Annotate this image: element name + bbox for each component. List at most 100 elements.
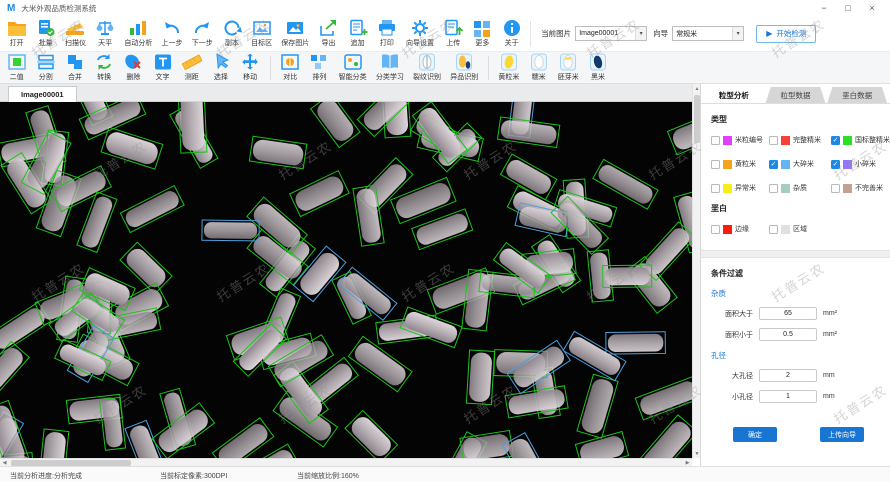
start-detect-button[interactable]: ▶ 开始检测 [756, 25, 816, 43]
tool-balance[interactable]: 天平 [91, 19, 120, 48]
horizontal-scrollbar[interactable]: ◀ ▶ [0, 458, 692, 466]
tool-rice-yellow[interactable]: 黄粒米 [494, 53, 524, 82]
type-item-1[interactable]: 完整精米 [769, 135, 831, 145]
tab-grain-analysis[interactable]: 粒型分析 [704, 87, 764, 103]
type-item-0[interactable]: 米粒编号 [711, 135, 769, 145]
tool-classify-learn[interactable]: 分类学习 [371, 53, 408, 82]
minimize-button[interactable]: − [812, 0, 836, 16]
tool-smart-classify[interactable]: 智能分类 [334, 53, 371, 82]
color-swatch [843, 160, 852, 169]
tool-binary[interactable]: 二值 [2, 53, 31, 82]
tool-arrange[interactable]: 排列 [305, 53, 334, 82]
vertical-scrollbar[interactable]: ▲ ▼ [692, 84, 700, 458]
tool-label: 智能分类 [339, 72, 367, 82]
tool-rice-germ[interactable]: 胚芽米 [553, 53, 583, 82]
upload-wizard-button[interactable]: 上传向导 [820, 427, 864, 442]
gear-icon [410, 19, 430, 37]
type-checkbox-3[interactable] [711, 160, 720, 169]
tool-copy-refresh[interactable]: 副本 [217, 19, 246, 48]
area-greater-input[interactable] [759, 307, 817, 320]
type-item-8[interactable]: 不完善米 [831, 183, 890, 193]
wizard-select[interactable]: 常规米 ▾ [672, 26, 744, 41]
target-area-icon [252, 19, 272, 37]
tool-target-area[interactable]: 目标区 [247, 19, 277, 48]
chalk-checkbox-1[interactable] [769, 225, 778, 234]
close-button[interactable]: × [860, 0, 884, 16]
tool-move[interactable]: 移动 [236, 53, 265, 82]
tool-measure[interactable]: 测距 [177, 53, 206, 82]
batch-icon [36, 19, 56, 37]
tool-convert[interactable]: 转换 [90, 53, 119, 82]
tool-label: 副本 [225, 38, 239, 48]
tool-redo[interactable]: 下一步 [187, 19, 217, 48]
type-checkbox-6[interactable] [711, 184, 720, 193]
color-swatch [723, 136, 732, 145]
tool-crack-detect[interactable]: 裂纹识别 [408, 53, 445, 82]
type-checkbox-2[interactable]: ✓ [831, 136, 840, 145]
tool-more[interactable]: 更多 [468, 19, 497, 48]
tab-grain-data[interactable]: 粒型数据 [766, 87, 826, 103]
tool-label: 裂纹识别 [413, 72, 441, 82]
tool-text[interactable]: 文字 [148, 53, 177, 82]
chalk-item-1[interactable]: 区域 [769, 224, 831, 234]
tool-undo[interactable]: 上一步 [157, 19, 187, 48]
type-item-2[interactable]: ✓国标整精米 [831, 135, 890, 145]
tool-split[interactable]: 分割 [31, 53, 60, 82]
tool-scanner[interactable]: 扫描仪 [60, 19, 90, 48]
area-greater-label: 面积大于 [715, 309, 753, 319]
tool-compare[interactable]: 对比 [276, 53, 305, 82]
tool-save-image[interactable]: 保存图片 [277, 19, 314, 48]
impurity-link[interactable]: 杂质 [711, 288, 890, 299]
tool-print[interactable]: 打印 [372, 19, 401, 48]
tool-label: 对比 [283, 72, 297, 82]
tool-gear[interactable]: 向导设置 [401, 19, 438, 48]
maximize-button[interactable]: □ [836, 0, 860, 16]
type-item-6[interactable]: 异常米 [711, 183, 769, 193]
type-item-7[interactable]: 杂质 [769, 183, 831, 193]
type-item-4[interactable]: ✓大碎米 [769, 159, 831, 169]
image-canvas[interactable] [0, 102, 692, 458]
tool-label: 合并 [68, 72, 82, 82]
chalk-checkbox-0[interactable] [711, 225, 720, 234]
tool-label: 自动分析 [124, 38, 152, 48]
current-image-select[interactable]: Image00001 ▾ [575, 26, 647, 41]
tool-label: 批量 [39, 38, 53, 48]
hole-large-input[interactable] [759, 369, 817, 382]
tool-auto-analyze[interactable]: 自动分析 [120, 19, 157, 48]
chalk-item-0[interactable]: 边缘 [711, 224, 769, 234]
type-checkbox-7[interactable] [769, 184, 778, 193]
redo-icon [192, 19, 212, 37]
more-icon [472, 19, 492, 37]
tool-append[interactable]: 追加 [343, 19, 372, 48]
area-less-input[interactable] [759, 328, 817, 341]
wizard-value: 常规米 [676, 29, 697, 39]
type-item-5[interactable]: ✓小碎米 [831, 159, 890, 169]
tool-select[interactable]: 选择 [206, 53, 235, 82]
tool-folder[interactable]: 打开 [2, 19, 31, 48]
confirm-button[interactable]: 确定 [733, 427, 777, 442]
type-checkbox-5[interactable]: ✓ [831, 160, 840, 169]
tool-info[interactable]: 关于 [497, 19, 526, 48]
tool-upload-doc[interactable]: 上传 [439, 19, 468, 48]
auto-analyze-icon [128, 19, 148, 37]
tool-rice-black[interactable]: 黑米 [583, 53, 612, 82]
tool-export[interactable]: 导出 [314, 19, 343, 48]
type-item-3[interactable]: 黄粒米 [711, 159, 769, 169]
tool-batch[interactable]: 批量 [31, 19, 60, 48]
chalk-checkbox-grid: 边缘区域 [711, 224, 890, 234]
hole-small-input[interactable] [759, 390, 817, 403]
type-checkbox-8[interactable] [831, 184, 840, 193]
type-checkbox-4[interactable]: ✓ [769, 160, 778, 169]
type-checkbox-0[interactable] [711, 136, 720, 145]
window-title: 大米外观品质检测系统 [21, 3, 96, 14]
type-checkbox-1[interactable] [769, 136, 778, 145]
aperture-link[interactable]: 孔径 [711, 350, 890, 361]
tool-delete[interactable]: 删除 [119, 53, 148, 82]
play-icon: ▶ [766, 29, 772, 38]
image-tab[interactable]: Image00001 [8, 86, 77, 102]
tool-label: 扫描仪 [65, 38, 86, 48]
tool-merge[interactable]: 合并 [60, 53, 89, 82]
tab-chalk-data[interactable]: 垩白数据 [827, 87, 887, 103]
tool-foreign-detect[interactable]: 异品识别 [446, 53, 483, 82]
tool-rice-white[interactable]: 糯米 [524, 53, 553, 82]
